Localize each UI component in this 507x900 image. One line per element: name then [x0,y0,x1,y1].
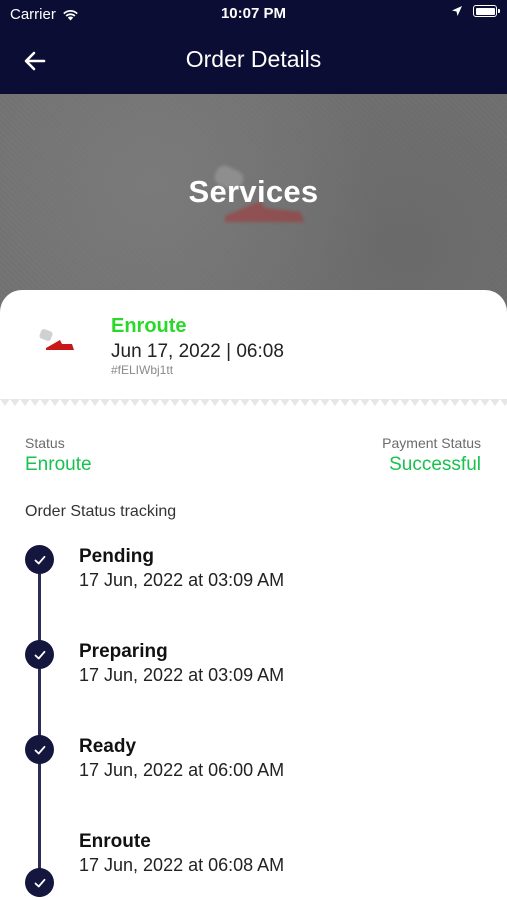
order-id: #fELIWbj1tt [111,363,174,377]
step-time: 17 Jun, 2022 at 03:09 AM [79,665,285,685]
order-summary-card: Enroute Jun 17, 2022 | 06:08 #fELIWbj1tt [0,290,507,405]
status-bar: Carrier 10:07 PM [0,0,507,28]
check-icon [25,735,54,764]
timeline-step-enroute: Enroute 17 Jun, 2022 at 06:08 AM [0,831,507,897]
status-label: Status [25,435,65,451]
step-time: 17 Jun, 2022 at 06:00 AM [79,760,285,780]
status-time: 10:07 PM [220,5,287,22]
step-time: 17 Jun, 2022 at 06:08 AM [79,855,285,875]
timeline-step-preparing: Preparing 17 Jun, 2022 at 03:09 AM [0,640,507,700]
zigzag-divider [0,399,507,411]
battery-icon [473,5,500,17]
step-name: Ready [79,736,137,757]
status-right [451,5,500,17]
step-time: 17 Jun, 2022 at 03:09 AM [79,570,285,590]
status-value: Enroute [25,454,92,475]
timeline-step-ready: Ready 17 Jun, 2022 at 06:00 AM [0,735,507,795]
location-arrow-icon [452,6,462,16]
step-name: Pending [79,546,154,567]
order-status: Enroute [111,315,187,337]
tracking-title: Order Status tracking [25,503,177,520]
nav-bar: Order Details [0,28,507,94]
top-bar: Carrier 10:07 PM Order Details [0,0,507,94]
payment-status-label: Payment Status [382,435,481,451]
page-title: Order Details [185,46,322,72]
hero-title: Services [188,174,319,209]
step-name: Preparing [79,641,168,662]
step-name: Enroute [79,831,151,852]
check-icon [25,545,54,574]
payment-status-value: Successful [389,454,481,475]
check-icon [25,868,54,897]
check-icon [25,640,54,669]
order-logo-icon [39,329,74,350]
order-date: Jun 17, 2022 | 06:08 [111,341,284,362]
hero-banner: Services [0,94,507,314]
order-details-section: Status Enroute Payment Status Successful… [0,411,507,900]
timeline-step-pending: Pending 17 Jun, 2022 at 03:09 AM [0,545,507,605]
